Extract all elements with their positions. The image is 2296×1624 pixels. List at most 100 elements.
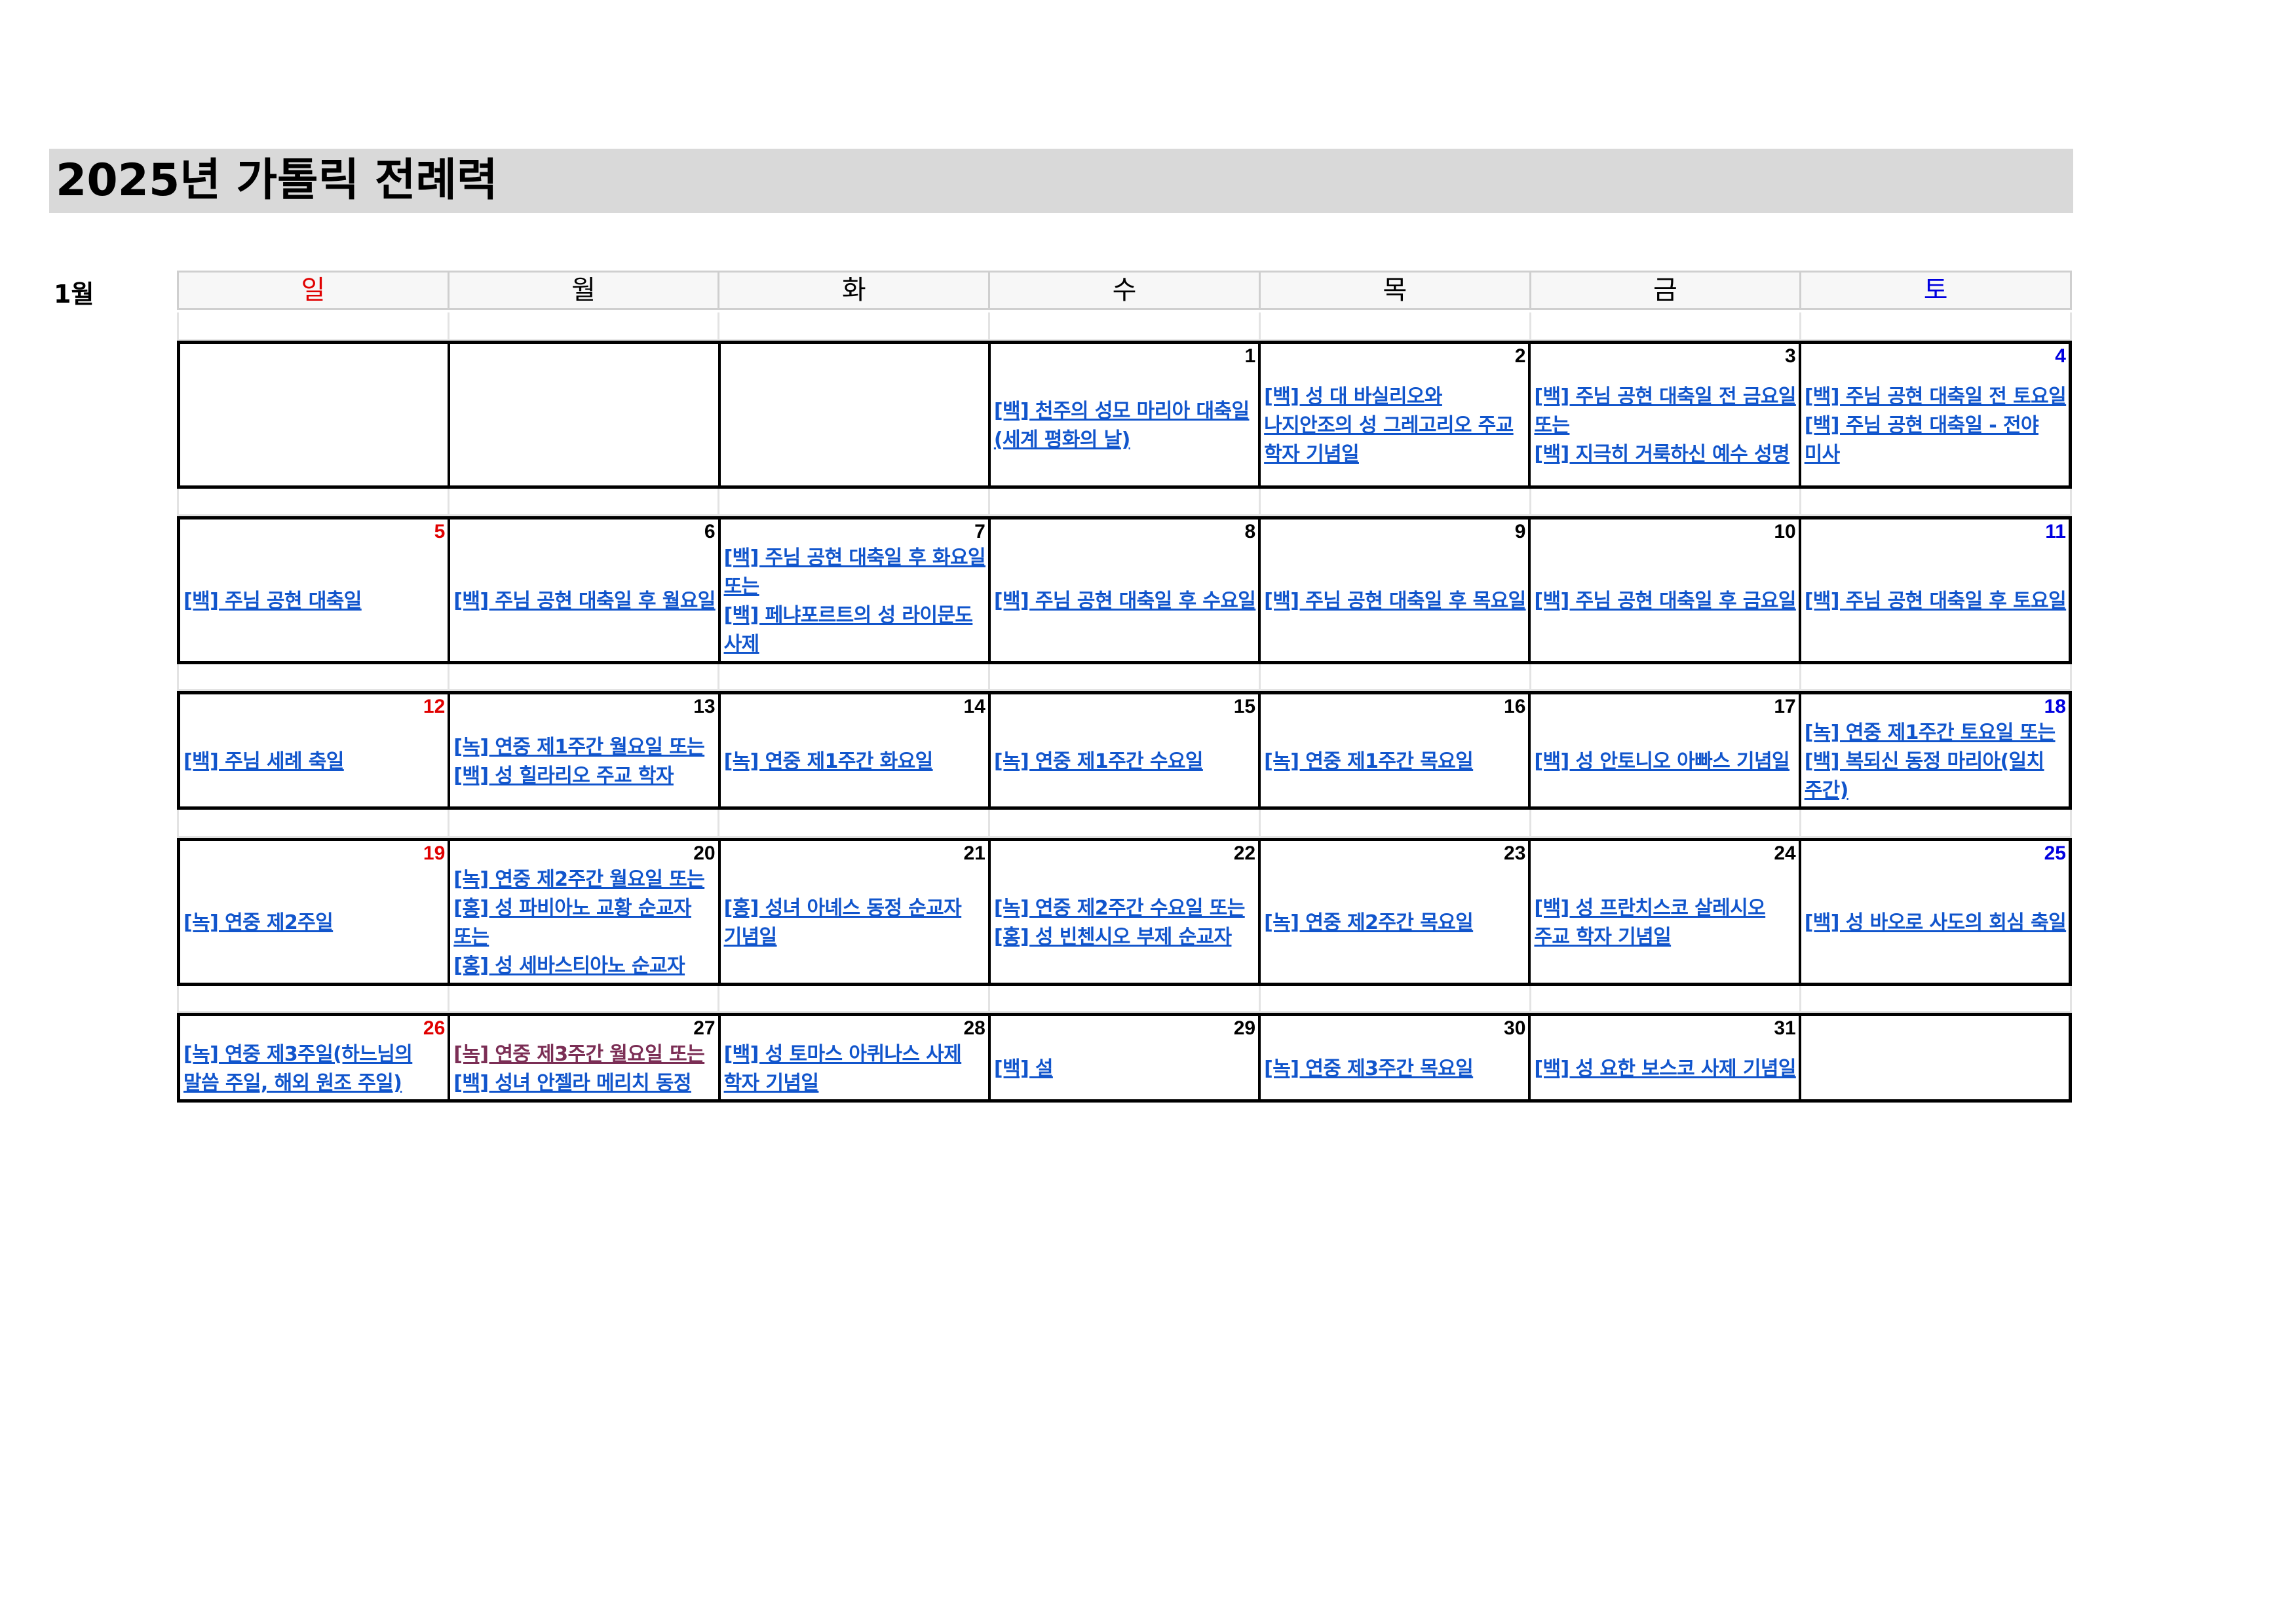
event-link[interactable]: [백] 주님 공현 대축일 - 전야 미사 <box>1805 411 2067 469</box>
event-list: [백] 주님 공현 대축일 전 금요일 또는 [백] 지극히 거룩하신 예수 성명 <box>1534 368 1796 484</box>
event-link[interactable]: [백] 성 힐라리오 주교 학자 <box>453 762 716 791</box>
day-cell: 20 [녹] 연중 제2주간 월요일 또는 [홍] 성 파비아노 교황 순교자 또는… <box>450 841 721 983</box>
day-number: 29 <box>1233 1017 1256 1039</box>
day-cell: 2 [백] 성 대 바실리오와 나지안조의 성 그레고리오 주교 학자 기념일 <box>1261 344 1531 485</box>
event-link[interactable]: [백] 주님 공현 대축일 후 토요일 <box>1805 587 2067 616</box>
day-cell: 14 [녹] 연중 제1주간 화요일 <box>721 694 991 806</box>
event-link[interactable]: [백] 주님 공현 대축일 후 목요일 <box>1264 587 1526 616</box>
event-link[interactable]: [녹] 연중 제2주간 월요일 또는 <box>453 865 716 894</box>
event-list: [백] 설 <box>994 1040 1256 1098</box>
day-number: 30 <box>1504 1017 1526 1039</box>
spacer-cell <box>719 487 991 514</box>
event-link[interactable]: [백] 주님 공현 대축일 후 화요일 또는 <box>724 544 986 601</box>
event-list: [녹] 연중 제3주간 월요일 또는 [백] 성녀 안젤라 메리치 동정 <box>453 1040 716 1098</box>
event-link[interactable]: [백] 주님 공현 대축일 전 금요일 또는 <box>1534 383 1796 440</box>
event-link[interactable]: [녹] 연중 제1주간 토요일 또는 <box>1805 719 2067 747</box>
day-cell: 15 [녹] 연중 제1주간 수요일 <box>991 694 1261 806</box>
empty-day-cell <box>180 344 451 485</box>
event-link[interactable]: [녹] 연중 제2주일 <box>183 909 446 937</box>
day-number: 17 <box>1774 696 1796 717</box>
spacer-cell <box>1261 809 1531 836</box>
weekday-monday: 월 <box>450 273 720 308</box>
event-link[interactable]: [백] 페냐포르트의 성 라이문도 사제 <box>724 601 986 659</box>
day-number: 5 <box>434 521 446 542</box>
event-list: [백] 주님 공현 대축일 후 수요일 <box>994 543 1256 660</box>
event-link[interactable]: [백] 복되신 동정 마리아(일치 주간) <box>1805 747 2067 805</box>
event-list: [녹] 연중 제2주간 목요일 <box>1264 865 1526 981</box>
day-cell: 22 [녹] 연중 제2주간 수요일 또는 [홍] 성 빈첸시오 부제 순교자 <box>991 841 1261 983</box>
event-list: [녹] 연중 제2주간 월요일 또는 [홍] 성 파비아노 교황 순교자 또는 [홍… <box>453 865 716 981</box>
event-link[interactable]: [녹] 연중 제1주간 목요일 <box>1264 747 1526 776</box>
event-list <box>453 368 716 484</box>
day-number: 24 <box>1774 842 1796 864</box>
event-link[interactable]: [백] 성 요한 보스코 사제 기념일 <box>1534 1055 1796 1084</box>
event-list: [백] 주님 공현 대축일 후 월요일 <box>453 543 716 660</box>
event-link[interactable]: [홍] 성 빈첸시오 부제 순교자 <box>994 923 1256 952</box>
spacer-cell <box>1261 312 1531 339</box>
event-link[interactable]: [녹] 연중 제2주간 목요일 <box>1264 909 1526 937</box>
event-link[interactable]: [백] 주님 공현 대축일 후 수요일 <box>994 587 1256 616</box>
day-number: 14 <box>963 696 985 717</box>
event-link[interactable]: [녹] 연중 제1주간 월요일 또는 <box>453 733 716 762</box>
event-link[interactable]: [녹] 연중 제1주간 화요일 <box>724 747 986 776</box>
day-number: 25 <box>2044 842 2066 864</box>
day-cell: 1 [백] 천주의 성모 마리아 대축일(세계 평화의 날) <box>991 344 1261 485</box>
event-link[interactable]: [백] 천주의 성모 마리아 대축일(세계 평화의 날) <box>994 397 1256 455</box>
week-spacer-row <box>177 984 2072 1013</box>
event-list: [백] 주님 공현 대축일 <box>183 543 446 660</box>
spacer-cell <box>450 312 720 339</box>
day-cell: 11 [백] 주님 공현 대축일 후 토요일 <box>1801 519 2069 661</box>
day-cell: 9 [백] 주님 공현 대축일 후 목요일 <box>1261 519 1531 661</box>
event-link[interactable]: [백] 주님 공현 대축일 후 금요일 <box>1534 587 1796 616</box>
event-list: [백] 주님 공현 대축일 후 목요일 <box>1264 543 1526 660</box>
spacer-cell <box>990 984 1261 1011</box>
week-spacer-row <box>177 809 2072 838</box>
day-cell: 8 [백] 주님 공현 대축일 후 수요일 <box>991 519 1261 661</box>
day-number: 15 <box>1233 696 1256 717</box>
event-link[interactable]: [녹] 연중 제3주일(하느님의 말씀 주일, 해외 원조 주일) <box>183 1040 446 1098</box>
event-list <box>1805 1040 2067 1098</box>
event-link[interactable]: [홍] 성 세바스티아노 순교자 <box>453 952 716 981</box>
event-list: [백] 주님 공현 대축일 후 토요일 <box>1805 543 2067 660</box>
event-link[interactable]: [녹] 연중 제3주간 목요일 <box>1264 1055 1526 1084</box>
event-list: [백] 성 프란치스코 살레시오 주교 학자 기념일 <box>1534 865 1796 981</box>
week-row: 19 [녹] 연중 제2주일 20 [녹] 연중 제2주간 월요일 또는 [홍] 성 파… <box>177 838 2072 986</box>
day-number: 26 <box>423 1017 446 1039</box>
event-list: [백] 성 안토니오 아빠스 기념일 <box>1534 718 1796 805</box>
day-cell: 17 [백] 성 안토니오 아빠스 기념일 <box>1531 694 1801 806</box>
event-link[interactable]: [백] 성 토마스 아퀴나스 사제 학자 기념일 <box>724 1040 986 1098</box>
event-link[interactable]: [백] 설 <box>994 1055 1256 1084</box>
event-link[interactable]: [녹] 연중 제3주간 월요일 또는 <box>453 1040 716 1069</box>
day-cell: 4 [백] 주님 공현 대축일 전 토요일 [백] 주님 공현 대축일 - 전야 미… <box>1801 344 2069 485</box>
event-link[interactable]: [녹] 연중 제2주간 수요일 또는 <box>994 894 1256 923</box>
spacer-cell <box>179 662 450 689</box>
spacer-cell <box>1801 312 2070 339</box>
day-number: 11 <box>2045 521 2066 542</box>
event-link[interactable]: [백] 성 프란치스코 살레시오 주교 학자 기념일 <box>1534 894 1796 952</box>
event-link[interactable]: [백] 주님 공현 대축일 전 토요일 <box>1805 383 2067 411</box>
day-cell: 18 [녹] 연중 제1주간 토요일 또는 [백] 복되신 동정 마리아(일치 주간… <box>1801 694 2069 806</box>
day-cell: 6 [백] 주님 공현 대축일 후 월요일 <box>450 519 721 661</box>
event-link[interactable]: [백] 성 바오로 사도의 회심 축일 <box>1805 909 2067 937</box>
empty-day-cell <box>721 344 991 485</box>
event-link[interactable]: [백] 성 대 바실리오와 나지안조의 성 그레고리오 주교 학자 기념일 <box>1264 383 1526 469</box>
month-label: 1월 <box>54 280 94 309</box>
weekday-header: 일 월 화 수 목 금 토 <box>177 271 2072 310</box>
event-link[interactable]: [홍] 성 파비아노 교황 순교자 또는 <box>453 894 716 952</box>
spacer-cell <box>719 984 991 1011</box>
event-link[interactable]: [백] 주님 공현 대축일 후 월요일 <box>453 587 716 616</box>
spacer-cell <box>179 312 450 339</box>
event-link[interactable]: [백] 성녀 안젤라 메리치 동정 <box>453 1069 716 1098</box>
day-number: 2 <box>1514 345 1526 367</box>
event-link[interactable]: [백] 지극히 거룩하신 예수 성명 <box>1534 440 1796 469</box>
spacer-cell <box>179 487 450 514</box>
event-list: [홍] 성녀 아녜스 동정 순교자 기념일 <box>724 865 986 981</box>
day-cell: 19 [녹] 연중 제2주일 <box>180 841 451 983</box>
spacer-cell <box>990 312 1261 339</box>
event-link[interactable]: [백] 주님 공현 대축일 <box>183 587 446 616</box>
event-link[interactable]: [백] 성 안토니오 아빠스 기념일 <box>1534 747 1796 776</box>
event-link[interactable]: [녹] 연중 제1주간 수요일 <box>994 747 1256 776</box>
week-row: 1 [백] 천주의 성모 마리아 대축일(세계 평화의 날) 2 [백] 성 대 바실… <box>177 341 2072 489</box>
event-link[interactable]: [홍] 성녀 아녜스 동정 순교자 기념일 <box>724 894 986 952</box>
event-link[interactable]: [백] 주님 세례 축일 <box>183 747 446 776</box>
